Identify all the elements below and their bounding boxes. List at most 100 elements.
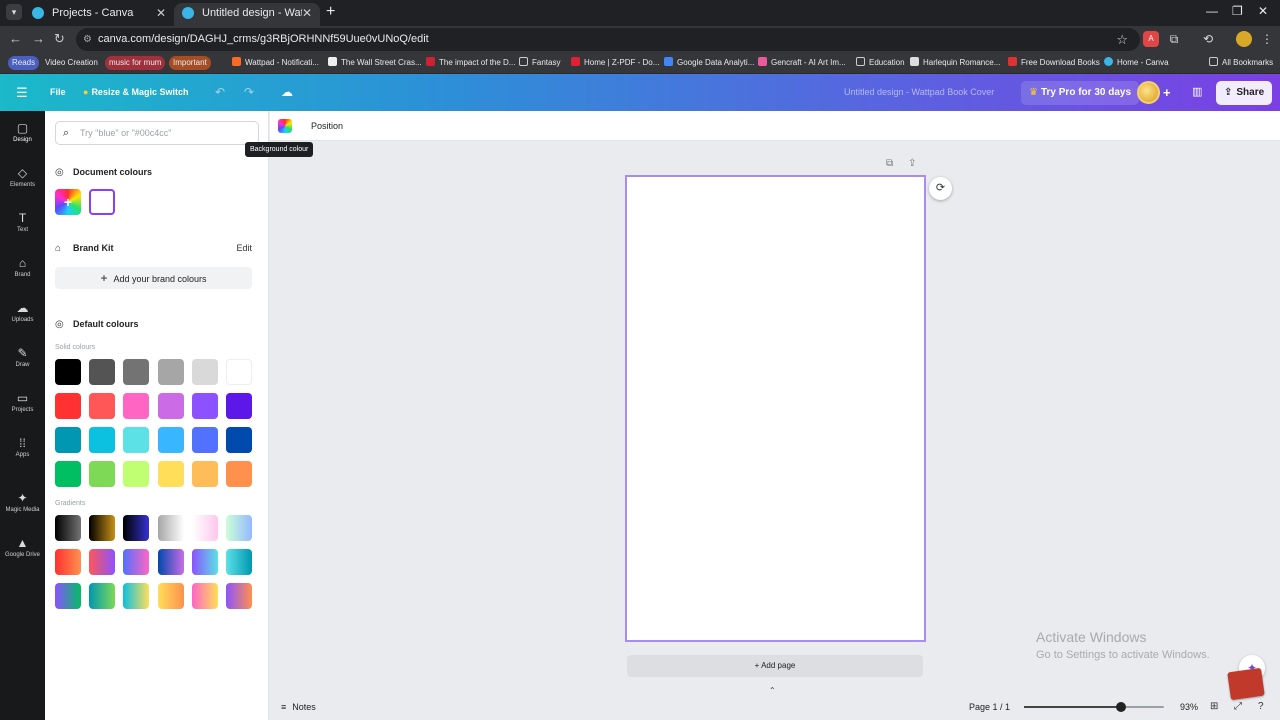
- bookmark-education[interactable]: Education: [852, 56, 909, 70]
- bookmark-music-for-mum[interactable]: music for mum: [105, 56, 166, 70]
- document-colour-white[interactable]: [89, 189, 115, 215]
- redo-icon[interactable]: ↷: [244, 74, 254, 111]
- tab-search-icon[interactable]: ▾: [6, 4, 22, 20]
- gradient-swatch[interactable]: [89, 583, 116, 609]
- rail-item-draw[interactable]: ✎ Draw: [0, 346, 45, 368]
- bookmark-harlequin[interactable]: Harlequin Romance...: [906, 56, 1004, 70]
- colour-swatch[interactable]: [157, 359, 184, 385]
- colour-swatch[interactable]: [157, 427, 184, 453]
- gradient-swatch[interactable]: [226, 515, 252, 541]
- bookmark-impact[interactable]: The impact of the D...: [422, 56, 519, 70]
- bookmark-zpdf[interactable]: Home | Z-PDF - Do...: [567, 56, 663, 70]
- history-icon[interactable]: ⟲: [1200, 31, 1216, 47]
- bookmark-reads[interactable]: Reads: [8, 56, 40, 70]
- colour-swatch[interactable]: [89, 393, 116, 419]
- document-title[interactable]: Untitled design - Wattpad Book Cover: [844, 74, 994, 111]
- zoom-slider-handle[interactable]: [1115, 702, 1126, 712]
- gradient-swatch[interactable]: [123, 549, 150, 575]
- gradient-swatch[interactable]: [123, 515, 150, 541]
- gradient-swatch[interactable]: [55, 549, 81, 575]
- gradient-swatch[interactable]: [191, 515, 218, 541]
- colour-swatch[interactable]: [123, 359, 150, 385]
- browser-tab-projects[interactable]: Projects - Canva ✕: [24, 3, 174, 26]
- colour-swatch[interactable]: [89, 461, 116, 487]
- extensions-icon[interactable]: ⧉: [1166, 31, 1182, 47]
- colour-swatch[interactable]: [226, 427, 252, 453]
- bookmark-star-icon[interactable]: ☆: [1116, 28, 1128, 51]
- try-pro-button[interactable]: ♛ Try Pro for 30 days: [1021, 81, 1140, 105]
- refresh-icon[interactable]: ⟳: [929, 177, 952, 200]
- cloud-save-icon[interactable]: ☁: [281, 74, 293, 111]
- bookmark-gencraft[interactable]: Gencraft - AI Art Im...: [754, 56, 850, 70]
- bookmark-google-data[interactable]: Google Data Analyti...: [660, 56, 758, 70]
- colour-swatch[interactable]: [226, 461, 252, 487]
- colour-swatch[interactable]: [55, 359, 81, 385]
- bookmark-wattpad[interactable]: Wattpad - Notificati...: [228, 56, 323, 70]
- rail-item-uploads[interactable]: ☁ Uploads: [0, 301, 45, 323]
- bookmark-important[interactable]: Important: [169, 56, 211, 70]
- close-window-icon[interactable]: ✕: [1258, 4, 1268, 18]
- browser-menu-icon[interactable]: ⋮: [1259, 31, 1275, 47]
- close-tab-icon[interactable]: ✕: [156, 3, 166, 23]
- gradient-swatch[interactable]: [157, 549, 184, 575]
- add-page-icon[interactable]: ⇪: [908, 158, 916, 169]
- minimize-icon[interactable]: —: [1206, 4, 1218, 18]
- gradient-swatch[interactable]: [191, 583, 218, 609]
- rail-item-magic-media[interactable]: ✦ Magic Media: [0, 491, 45, 513]
- colour-swatch[interactable]: [191, 461, 218, 487]
- bookmark-all[interactable]: All Bookmarks: [1205, 56, 1277, 70]
- close-tab-icon[interactable]: ✕: [302, 3, 312, 23]
- background-colour-button[interactable]: [278, 119, 292, 133]
- bookmark-home-canva[interactable]: Home - Canva: [1100, 56, 1173, 70]
- colour-swatch[interactable]: [226, 359, 252, 385]
- insights-icon[interactable]: ▥: [1192, 74, 1202, 111]
- add-page-button[interactable]: + Add page: [627, 655, 923, 677]
- gradient-swatch[interactable]: [191, 549, 218, 575]
- gradient-swatch[interactable]: [226, 583, 252, 609]
- back-icon[interactable]: ←: [9, 31, 22, 46]
- undo-icon[interactable]: ↶: [215, 74, 225, 111]
- colour-swatch[interactable]: [89, 427, 116, 453]
- share-button[interactable]: ⇪ Share: [1216, 81, 1273, 105]
- rail-item-google-drive[interactable]: ▲ Google Drive: [0, 536, 45, 558]
- gradient-swatch[interactable]: [157, 515, 184, 541]
- hamburger-menu-icon[interactable]: ☰: [16, 74, 28, 111]
- notes-button[interactable]: ≡ Notes: [281, 694, 316, 720]
- colour-swatch[interactable]: [123, 461, 150, 487]
- colour-swatch[interactable]: [123, 393, 150, 419]
- maximize-icon[interactable]: ❐: [1232, 4, 1243, 18]
- gradient-swatch[interactable]: [226, 549, 252, 575]
- user-avatar[interactable]: [1137, 81, 1160, 104]
- add-collaborator-icon[interactable]: +: [1163, 74, 1171, 111]
- gradient-swatch[interactable]: [55, 583, 81, 609]
- help-icon[interactable]: ?: [1258, 694, 1264, 720]
- bookmark-fantasy[interactable]: Fantasy: [515, 56, 564, 70]
- browser-tab-design[interactable]: Untitled design - Wattpad Book ✕: [174, 3, 320, 26]
- bookmark-video-creation[interactable]: Video Creation: [41, 56, 102, 70]
- forward-icon[interactable]: →: [32, 31, 45, 46]
- resize-magic-switch-button[interactable]: ● Resize & Magic Switch: [83, 74, 188, 111]
- add-colour-button[interactable]: +: [55, 189, 81, 215]
- design-page[interactable]: [625, 175, 926, 642]
- colour-swatch[interactable]: [157, 393, 184, 419]
- gradient-swatch[interactable]: [89, 549, 116, 575]
- rail-item-design[interactable]: ▢ Design: [0, 121, 45, 143]
- rail-item-apps[interactable]: ⁞⁞ Apps: [0, 436, 45, 458]
- page-indicator[interactable]: Page 1 / 1: [969, 694, 1010, 720]
- gradient-swatch[interactable]: [55, 515, 81, 541]
- colour-swatch[interactable]: [55, 427, 81, 453]
- duplicate-page-icon[interactable]: ⧉: [886, 158, 893, 169]
- adblock-extension-icon[interactable]: A: [1143, 31, 1159, 47]
- add-brand-colours-button[interactable]: + Add your brand colours: [55, 267, 252, 289]
- rail-item-text[interactable]: T Text: [0, 211, 45, 233]
- bookmark-wsj[interactable]: The Wall Street Cras...: [324, 56, 426, 70]
- file-menu[interactable]: File: [50, 74, 66, 111]
- gradient-swatch[interactable]: [157, 583, 184, 609]
- colour-swatch[interactable]: [191, 427, 218, 453]
- colour-swatch[interactable]: [123, 427, 150, 453]
- new-tab-icon[interactable]: +: [326, 3, 335, 21]
- gradient-swatch[interactable]: [89, 515, 116, 541]
- colour-swatch[interactable]: [191, 359, 218, 385]
- colour-swatch[interactable]: [191, 393, 218, 419]
- profile-avatar-icon[interactable]: [1236, 31, 1252, 47]
